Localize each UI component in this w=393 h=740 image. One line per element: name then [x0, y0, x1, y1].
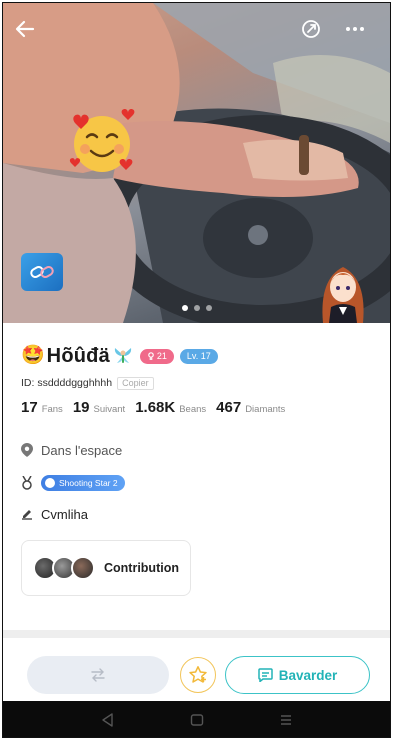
share-button[interactable]: [297, 15, 325, 43]
gender-age-badge: 21: [139, 348, 174, 364]
fairy-emoji-icon: [114, 348, 132, 363]
chat-button[interactable]: Bavarder: [225, 656, 370, 694]
bottom-action-bar: Bavarder: [3, 648, 390, 703]
nav-back-button[interactable]: [96, 708, 120, 732]
medal-icon: [22, 476, 32, 490]
favorite-button[interactable]: [180, 657, 216, 693]
chat-button-label: Bavarder: [278, 667, 338, 683]
location-text: Dans l'espace: [41, 442, 123, 458]
menu-lines-icon: [280, 715, 291, 725]
beans-count: 1.68K: [135, 399, 176, 416]
square-home-icon: [190, 714, 203, 726]
profile-info: 🤩 Hõûđä 21 Lv. 17 ID: ssddddggghhhh Copi…: [3, 323, 390, 596]
fans-label[interactable]: Fans: [42, 404, 63, 415]
link-chain-icon: [30, 266, 54, 278]
chat-bubble-icon: [257, 668, 273, 682]
system-navigation-bar: [3, 701, 390, 737]
name-row: 🤩 Hõûđä 21 Lv. 17: [21, 345, 372, 367]
star-badge-ball-icon: [45, 478, 55, 488]
location-pin-icon: [21, 443, 33, 457]
back-button[interactable]: [11, 15, 39, 43]
carousel-dot[interactable]: [205, 305, 212, 311]
follow-button[interactable]: [27, 656, 169, 694]
following-label[interactable]: Suivant: [94, 404, 126, 415]
following-count[interactable]: 19: [73, 399, 90, 416]
anime-avatar-sticker: [322, 267, 364, 323]
level-badge: Lv. 17: [179, 348, 218, 364]
star-plus-icon: [189, 666, 207, 683]
nav-menu-button[interactable]: [274, 708, 298, 732]
swap-arrows-icon: [91, 668, 105, 682]
fans-count[interactable]: 17: [21, 399, 38, 416]
user-id: ID: ssddddggghhhh: [21, 377, 113, 389]
more-options-button[interactable]: [341, 15, 369, 43]
female-icon: [148, 352, 154, 360]
share-icon: [302, 20, 320, 38]
id-row: ID: ssddddggghhhh Copier: [21, 376, 372, 390]
carousel-dot[interactable]: [193, 305, 200, 311]
display-name: Hõûđä: [46, 344, 110, 367]
name-emoji: 🤩: [21, 345, 45, 366]
bio-row: Cvmliha: [21, 504, 372, 524]
profile-screen: 🤩 Hõûđä 21 Lv. 17 ID: ssddddggghhhh Copi…: [2, 2, 391, 738]
contributor-avatars: [33, 556, 95, 580]
diamonds-count: 467: [216, 399, 242, 416]
profile-photo-carousel[interactable]: [3, 3, 390, 323]
gender-age-value: 21: [156, 351, 167, 361]
carousel-indicator: [3, 305, 390, 311]
triangle-back-icon: [101, 713, 113, 727]
location-row: Dans l'espace: [21, 440, 372, 460]
contribution-label: Contribution: [104, 561, 179, 575]
smiling-hearts-emoji-sticker: [69, 108, 135, 172]
shooting-star-badge-label: Shooting Star 2: [59, 478, 118, 488]
beans-label: Beans: [179, 404, 207, 415]
carousel-dot-active[interactable]: [181, 305, 188, 311]
copy-id-button[interactable]: Copier: [117, 376, 154, 390]
stats-row: 17 Fans 19 Suivant 1.68K Beans 467 Diama…: [21, 399, 372, 416]
family-badge-tile[interactable]: [21, 253, 63, 291]
contribution-card[interactable]: Contribution: [21, 540, 191, 596]
contributor-avatar-3: [71, 556, 95, 580]
diamonds-label: Diamants: [245, 404, 286, 415]
nav-home-button[interactable]: [185, 708, 209, 732]
bio-text: Cvmliha: [41, 506, 88, 522]
section-divider: [3, 630, 390, 638]
more-dots-icon: [346, 27, 364, 31]
shooting-star-badge[interactable]: Shooting Star 2: [41, 475, 125, 491]
arrow-left-icon: [15, 20, 35, 38]
medal-row: Shooting Star 2: [21, 473, 372, 493]
pencil-icon: [22, 510, 32, 520]
